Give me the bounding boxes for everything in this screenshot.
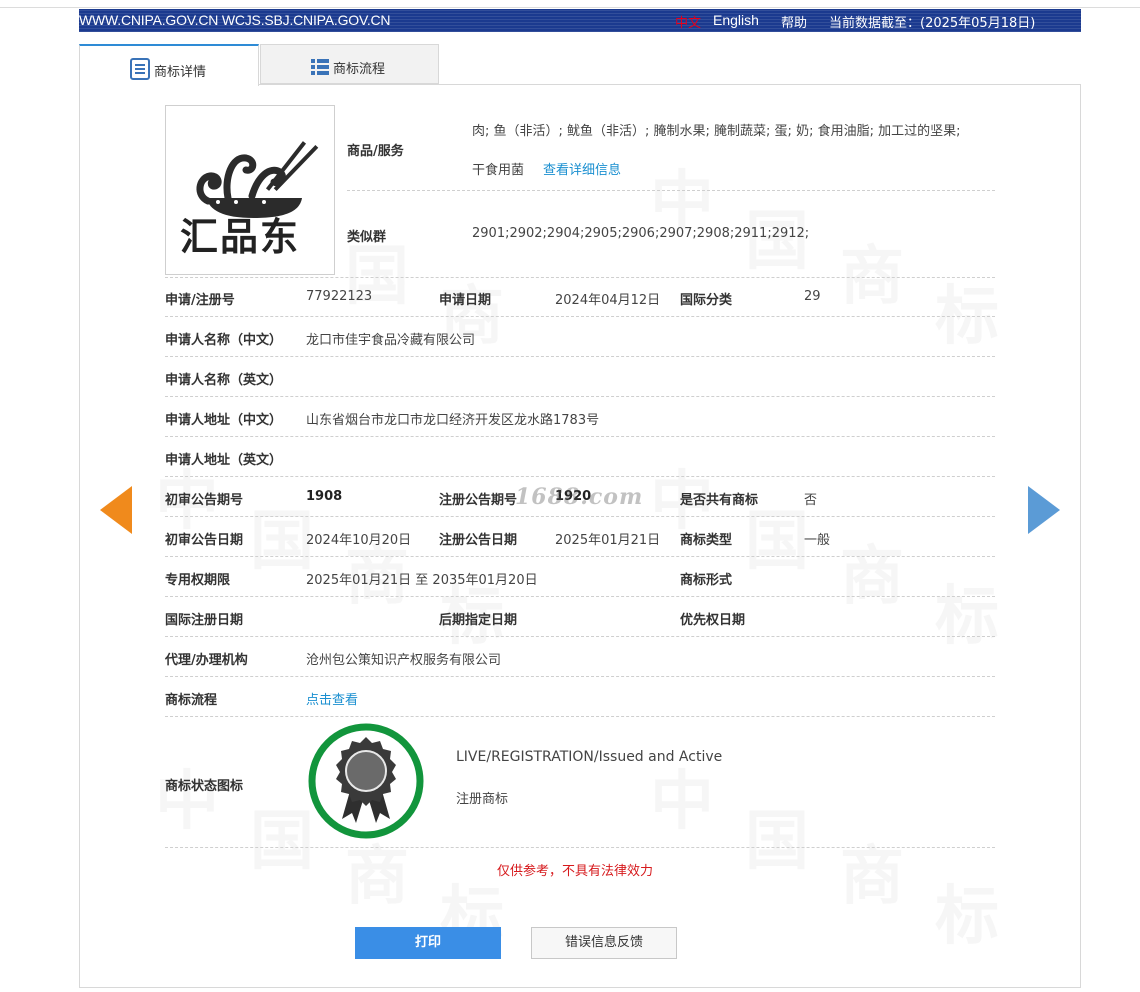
row-divider bbox=[165, 476, 995, 477]
document-list-icon bbox=[130, 58, 150, 84]
prelim-issue-label: 初审公告期号 bbox=[165, 493, 244, 508]
reg-no-label: 申请/注册号 bbox=[165, 293, 235, 308]
overlay-watermark-text: 1688.com bbox=[515, 484, 644, 510]
prelim-date-label: 初审公告日期 bbox=[165, 533, 244, 548]
applicant-en-label: 申请人名称（英文） bbox=[165, 373, 283, 388]
applicant-cn-value: 龙口市佳宇食品冷藏有限公司 bbox=[306, 333, 476, 348]
priority-date-label: 优先权日期 bbox=[680, 613, 746, 628]
row-divider bbox=[347, 190, 995, 191]
intl-class-value: 29 bbox=[804, 289, 821, 304]
top-divider bbox=[0, 7, 1140, 8]
intl-reg-date-label: 国际注册日期 bbox=[165, 613, 244, 628]
arrow-right-icon[interactable] bbox=[1028, 486, 1060, 534]
watermark: 国 bbox=[250, 490, 314, 582]
later-designation-label: 后期指定日期 bbox=[439, 613, 518, 628]
reg-date-label: 注册公告日期 bbox=[439, 533, 518, 548]
similar-group-value: 2901;2902;2904;2905;2906;2907;2908;2911;… bbox=[472, 226, 810, 241]
shared-label: 是否共有商标 bbox=[680, 493, 759, 508]
top-bar: WWW.CNIPA.GOV.CN WCJS.SBJ.CNIPA.GOV.CN 中… bbox=[79, 9, 1081, 32]
error-feedback-button[interactable]: 错误信息反馈 bbox=[531, 927, 677, 959]
row-divider bbox=[165, 676, 995, 677]
mark-form-label: 商标形式 bbox=[680, 573, 733, 588]
status-text-cn: 注册商标 bbox=[456, 792, 509, 807]
row-divider bbox=[165, 277, 995, 278]
row-divider bbox=[165, 316, 995, 317]
watermark: 国 bbox=[250, 790, 314, 882]
intl-class-label: 国际分类 bbox=[680, 293, 733, 308]
row-divider bbox=[165, 356, 995, 357]
row-divider bbox=[165, 636, 995, 637]
address-cn-label: 申请人地址（中文） bbox=[165, 413, 283, 428]
flow-label: 商标流程 bbox=[165, 693, 218, 708]
goods-detail-link[interactable]: 查看详细信息 bbox=[543, 159, 621, 178]
tab-trademark-detail[interactable]: 商标详情 bbox=[79, 44, 259, 86]
goods-services-line1: 肉; 鱼（非活）; 鱿鱼（非活）; 腌制水果; 腌制蔬菜; 蛋; 奶; 食用油脂… bbox=[472, 124, 961, 139]
watermark: 商 bbox=[840, 225, 904, 317]
award-ribbon-icon bbox=[306, 721, 426, 845]
help-link[interactable]: 帮助 bbox=[781, 12, 807, 31]
watermark: 标 bbox=[935, 565, 999, 657]
app-date-label: 申请日期 bbox=[439, 293, 492, 308]
similar-group-label: 类似群 bbox=[347, 230, 387, 245]
tab-label-flow: 商标流程 bbox=[333, 62, 386, 77]
applicant-cn-label: 申请人名称（中文） bbox=[165, 333, 283, 348]
agent-value: 沧州包公策知识产权服务有限公司 bbox=[306, 653, 502, 668]
data-as-of-text: 当前数据截至：(2025年05月18日) bbox=[829, 16, 1036, 31]
trademark-logo-image: 汇品东 bbox=[165, 105, 335, 275]
tab-label-detail: 商标详情 bbox=[154, 65, 207, 80]
print-button[interactable]: 打印 bbox=[355, 927, 501, 959]
goods-services-line2: 干食用菌 bbox=[472, 163, 525, 178]
row-divider bbox=[165, 436, 995, 437]
list-grid-icon bbox=[311, 58, 329, 80]
shared-value: 否 bbox=[804, 493, 818, 508]
address-en-label: 申请人地址（英文） bbox=[165, 453, 283, 468]
tab-trademark-flow[interactable]: 商标流程 bbox=[260, 44, 439, 84]
watermark: 商 bbox=[840, 525, 904, 617]
app-date-value: 2024年04月12日 bbox=[555, 293, 661, 308]
watermark: 商 bbox=[840, 825, 904, 917]
legal-notice: 仅供参考，不具有法律效力 bbox=[497, 864, 654, 879]
reg-date-value: 2025年01月21日 bbox=[555, 533, 661, 548]
term-value: 2025年01月21日 至 2035年01月20日 bbox=[306, 573, 538, 588]
watermark: 标 bbox=[935, 865, 999, 957]
prelim-issue-value: 1908 bbox=[306, 489, 343, 504]
row-divider bbox=[165, 716, 995, 717]
term-label: 专用权期限 bbox=[165, 573, 231, 588]
row-divider bbox=[165, 516, 995, 517]
row-divider bbox=[165, 596, 995, 597]
agent-label: 代理/办理机构 bbox=[165, 653, 248, 668]
status-text-en: LIVE/REGISTRATION/Issued and Active bbox=[456, 749, 723, 765]
goods-services-label: 商品/服务 bbox=[347, 144, 404, 159]
arrow-left-icon[interactable] bbox=[100, 486, 132, 534]
flow-view-link[interactable]: 点击查看 bbox=[306, 689, 358, 708]
status-icon-label: 商标状态图标 bbox=[165, 779, 244, 794]
trademark-logo-text: 汇品东 bbox=[180, 215, 301, 259]
language-english-link[interactable]: English bbox=[713, 12, 759, 28]
mark-type-value: 一般 bbox=[804, 533, 831, 548]
watermark: 标 bbox=[935, 265, 999, 357]
row-divider bbox=[165, 556, 995, 557]
site-urls[interactable]: WWW.CNIPA.GOV.CN WCJS.SBJ.CNIPA.GOV.CN bbox=[79, 12, 391, 28]
mark-type-label: 商标类型 bbox=[680, 533, 733, 548]
row-divider bbox=[165, 847, 995, 848]
row-divider bbox=[165, 396, 995, 397]
reg-no-value: 77922123 bbox=[306, 289, 373, 304]
reg-issue-label: 注册公告期号 bbox=[439, 493, 518, 508]
watermark: 国 bbox=[745, 790, 809, 882]
address-cn-value: 山东省烟台市龙口市龙口经济开发区龙水路1783号 bbox=[306, 413, 600, 428]
language-chinese-link[interactable]: 中文 bbox=[675, 12, 701, 31]
prelim-date-value: 2024年10月20日 bbox=[306, 533, 412, 548]
watermark: 中 bbox=[155, 750, 219, 842]
